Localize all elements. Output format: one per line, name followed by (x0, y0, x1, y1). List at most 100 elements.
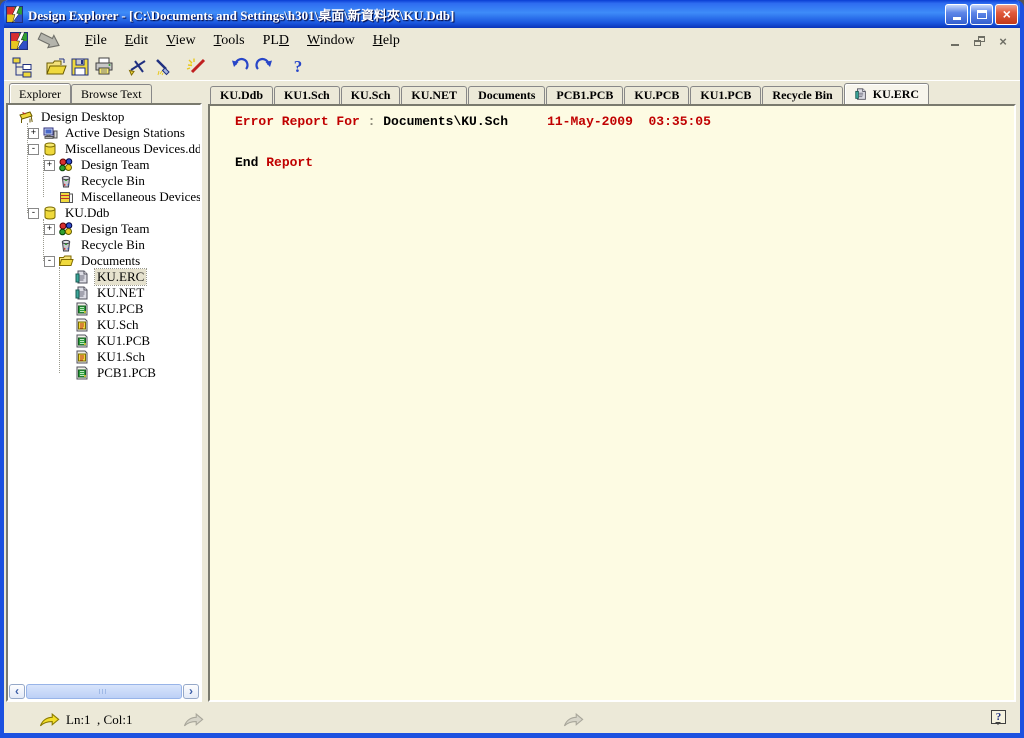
expand-icon[interactable]: + (28, 128, 39, 139)
workstation-icon (42, 125, 59, 141)
tree-connector (27, 123, 28, 213)
doc-tab-recycle-bin[interactable]: Recycle Bin (762, 86, 842, 104)
doc-tab-ku1-pcb[interactable]: KU1.PCB (690, 86, 761, 104)
menu-window[interactable]: Window (298, 31, 364, 51)
doc-tab-ku-pcb[interactable]: KU.PCB (624, 86, 689, 104)
toolbar: ? (4, 54, 1020, 81)
doc-tab-ku-sch[interactable]: KU.Sch (341, 86, 401, 104)
document-panel: KU.Ddb KU1.Sch KU.Sch KU.NET Documents P… (208, 83, 1016, 702)
tree-item-design-team[interactable]: + Design Team (14, 157, 200, 173)
doc-tab-ku-erc-active[interactable]: KU.ERC (844, 83, 929, 104)
tree-item-pcb1-pcb[interactable]: PCB1.PCB (14, 365, 200, 381)
client-area: Explorer Browse Text Design Desktop + (4, 81, 1020, 707)
design-explorer-window: Design Explorer - [C:\Documents and Sett… (0, 0, 1024, 738)
redo-button[interactable] (252, 55, 276, 79)
cut-button[interactable] (126, 55, 150, 79)
folder-icon (58, 253, 75, 269)
collapse-icon[interactable]: - (28, 208, 39, 219)
tree-item-miscellaneous-devices-lib[interactable]: Miscellaneous Devices.lib (14, 189, 200, 205)
menu-edit[interactable]: Edit (116, 31, 157, 51)
minimize-icon (953, 17, 961, 20)
menu-help[interactable]: Help (364, 31, 409, 51)
tree-item-ku1-sch[interactable]: KU1.Sch (14, 349, 200, 365)
text-document-icon (74, 269, 91, 285)
tree-item-design-desktop[interactable]: Design Desktop (14, 109, 200, 125)
tree-connector (43, 155, 44, 197)
menu-bar: File Edit View Tools PLD Window Help × (4, 28, 1020, 54)
doc-tab-ku-net[interactable]: KU.NET (401, 86, 467, 104)
mdi-minimize-icon (951, 44, 959, 46)
database-icon (42, 205, 59, 221)
collapse-icon[interactable]: - (44, 256, 55, 267)
expand-icon[interactable]: + (44, 224, 55, 235)
menu-view[interactable]: View (157, 31, 205, 51)
scroll-left-button[interactable]: ‹ (9, 684, 25, 699)
tree-item-design-team[interactable]: + Design Team (14, 221, 200, 237)
paste-button[interactable] (150, 55, 174, 79)
minimize-button[interactable] (945, 4, 968, 25)
doc-tab-ku-ddb[interactable]: KU.Ddb (210, 86, 273, 104)
title-bar[interactable]: Design Explorer - [C:\Documents and Sett… (0, 0, 1024, 28)
menu-file[interactable]: File (76, 31, 116, 51)
scrollbar-track[interactable] (26, 684, 182, 699)
tree-item-active-design-stations[interactable]: + Active Design Stations (14, 125, 200, 141)
question-mark-icon: ? (294, 57, 303, 77)
mdi-minimize-button[interactable] (946, 34, 964, 49)
expand-icon[interactable]: + (44, 160, 55, 171)
report-document-path: Documents\KU.Sch (383, 114, 508, 129)
app-icon (6, 6, 23, 23)
collapse-icon[interactable]: - (28, 144, 39, 155)
mdi-restore-button[interactable] (970, 34, 988, 49)
scrollbar-thumb[interactable] (26, 684, 182, 699)
pcb-document-icon (74, 333, 91, 349)
pulldown-arrow-icon[interactable] (34, 32, 68, 50)
help-button[interactable]: ? (286, 55, 310, 79)
doc-tab-ku1-sch[interactable]: KU1.Sch (274, 86, 340, 104)
wizard-button[interactable] (184, 55, 208, 79)
project-tree: Design Desktop + Active Design Stations … (8, 105, 200, 681)
panel-tabs: Explorer Browse Text (6, 83, 202, 103)
tree-item-documents[interactable]: - Documents (14, 253, 200, 269)
tab-explorer[interactable]: Explorer (9, 83, 71, 103)
tree-item-ku1-pcb[interactable]: KU1.PCB (14, 333, 200, 349)
mdi-close-button[interactable]: × (994, 34, 1012, 49)
document-tabs: KU.Ddb KU1.Sch KU.Sch KU.NET Documents P… (208, 83, 1016, 104)
undo-button[interactable] (228, 55, 252, 79)
tree-item-recycle-bin[interactable]: Recycle Bin (14, 173, 200, 189)
print-button[interactable] (92, 55, 116, 79)
status-bar: Ln:1 , Col:1 ? (4, 707, 1020, 733)
report-header: Error Report For : Documents\KU.Sch 11-M… (235, 115, 1006, 129)
tree-item-ku-sch[interactable]: KU.Sch (14, 317, 200, 333)
team-icon (58, 157, 75, 173)
scroll-right-button[interactable]: › (183, 684, 199, 699)
open-document-button[interactable] (44, 55, 68, 79)
tree-item-ku-ddb[interactable]: - KU.Ddb (14, 205, 200, 221)
schematic-document-icon (74, 349, 91, 365)
pcb-document-icon (74, 301, 91, 317)
tree-item-recycle-bin[interactable]: Recycle Bin (14, 237, 200, 253)
tree-item-ku-erc[interactable]: KU.ERC (14, 269, 200, 285)
doc-tab-documents[interactable]: Documents (468, 86, 545, 104)
report-keyword: Error Report For (235, 114, 360, 129)
tab-browse-text[interactable]: Browse Text (71, 84, 152, 103)
design-manager-toggle-button[interactable] (10, 55, 34, 79)
doc-tab-pcb1-pcb[interactable]: PCB1.PCB (546, 86, 623, 104)
tree-item-miscellaneous-devices-ddb[interactable]: - Miscellaneous Devices.ddb (14, 141, 200, 157)
close-button[interactable]: × (995, 4, 1018, 25)
menu-pld[interactable]: PLD (254, 31, 298, 51)
context-help-button[interactable]: ? (991, 710, 1006, 724)
library-icon (58, 189, 75, 205)
save-button[interactable] (68, 55, 92, 79)
team-icon (58, 221, 75, 237)
system-menu-icon[interactable] (10, 32, 28, 50)
maximize-button[interactable] (970, 4, 993, 25)
horizontal-scrollbar[interactable]: ‹ › (8, 683, 200, 700)
mdi-window-controls: × (946, 34, 1016, 49)
tree-item-ku-pcb[interactable]: KU.PCB (14, 301, 200, 317)
menu-tools[interactable]: Tools (205, 31, 254, 51)
recycle-bin-icon (58, 173, 75, 189)
tree-item-ku-net[interactable]: KU.NET (14, 285, 200, 301)
recycle-bin-icon (58, 237, 75, 253)
erc-report-editor[interactable]: Error Report For : Documents\KU.Sch 11-M… (208, 104, 1016, 702)
status-arrow-icon-disabled (182, 713, 204, 728)
